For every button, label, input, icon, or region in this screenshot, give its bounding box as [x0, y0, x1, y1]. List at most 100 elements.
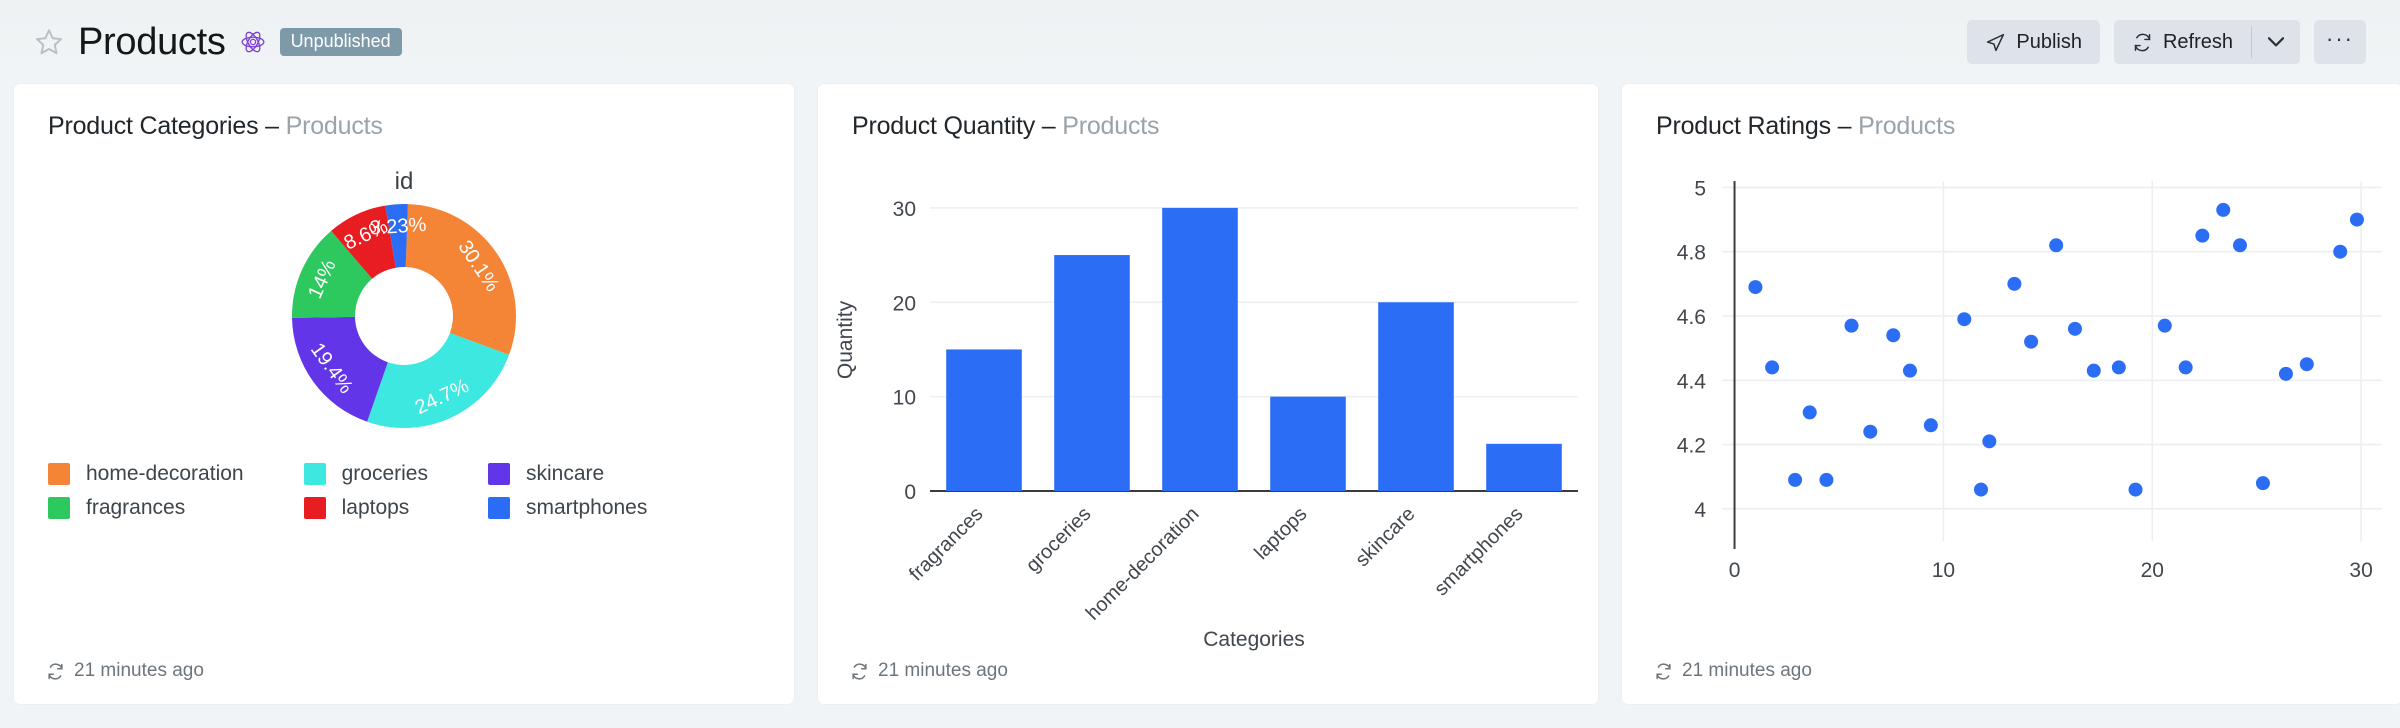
card-product-quantity: Product Quantity – Products 0102030fragr…	[818, 84, 1598, 704]
dashboard-grid: Product Categories – Products id30.1%24.…	[0, 84, 2400, 704]
bar[interactable]	[946, 349, 1022, 491]
card-footer: 21 minutes ago	[850, 660, 1008, 682]
bar-chart-svg[interactable]: 0102030fragrancesgrocerieshome-decoratio…	[818, 141, 1598, 681]
card-product-categories: Product Categories – Products id30.1%24.…	[14, 84, 794, 704]
scatter-point[interactable]	[1903, 364, 1917, 378]
donut-slice[interactable]	[367, 333, 509, 428]
card-title-main: Product Ratings	[1656, 112, 1831, 140]
y-axis-tick: 4.2	[1677, 435, 1706, 458]
card-title-dataset: Products	[1858, 112, 1955, 140]
legend-label: skincare	[526, 462, 604, 486]
legend-swatch	[48, 497, 70, 519]
legend-item[interactable]: laptops	[304, 496, 428, 520]
scatter-chart-svg[interactable]: 44.24.44.64.850102030	[1622, 141, 2400, 681]
legend-item[interactable]: groceries	[304, 462, 428, 486]
bar[interactable]	[1162, 208, 1238, 491]
x-axis-tick: 0	[1729, 559, 1741, 582]
card-title-separator: –	[1042, 112, 1056, 140]
refresh-options-button[interactable]	[2252, 20, 2300, 64]
scatter-point[interactable]	[1982, 434, 1996, 448]
scatter-point[interactable]	[1788, 473, 1802, 487]
scatter-point[interactable]	[1819, 473, 1833, 487]
bar[interactable]	[1054, 255, 1130, 491]
legend-swatch	[304, 497, 326, 519]
scatter-point[interactable]	[2233, 238, 2247, 252]
refresh-split-button: Refresh	[2114, 20, 2300, 64]
scatter-point[interactable]	[2279, 367, 2293, 381]
scatter-point[interactable]	[2179, 360, 2193, 374]
more-options-button[interactable]: ···	[2314, 20, 2366, 64]
y-axis-tick: 20	[893, 292, 916, 315]
x-axis-label: Categories	[1203, 628, 1305, 651]
card-footer: 21 minutes ago	[46, 660, 204, 682]
atom-icon	[240, 29, 266, 55]
scatter-point[interactable]	[2256, 476, 2270, 490]
scatter-point[interactable]	[1886, 328, 1900, 342]
scatter-point[interactable]	[2216, 203, 2230, 217]
scatter-point[interactable]	[1957, 312, 1971, 326]
bar-chart: 0102030fragrancesgrocerieshome-decoratio…	[818, 141, 1598, 681]
y-axis-tick: 4.4	[1677, 370, 1707, 393]
status-badge: Unpublished	[280, 28, 402, 56]
card-title-separator: –	[1838, 112, 1852, 140]
legend-label: fragrances	[86, 496, 185, 520]
legend-swatch	[488, 463, 510, 485]
y-axis-tick: 30	[893, 198, 916, 221]
scatter-point[interactable]	[1803, 405, 1817, 419]
card-product-ratings: Product Ratings – Products 44.24.44.64.8…	[1622, 84, 2400, 704]
legend-swatch	[48, 463, 70, 485]
legend-item[interactable]: smartphones	[488, 496, 647, 520]
card-title-dataset: Products	[1062, 112, 1159, 140]
refresh-icon	[1654, 662, 1673, 681]
legend-item[interactable]: skincare	[488, 462, 647, 486]
y-axis-tick: 4.8	[1677, 242, 1706, 265]
card-title-dataset: Products	[286, 112, 383, 140]
scatter-point[interactable]	[2129, 483, 2143, 497]
y-axis-tick: 0	[904, 481, 916, 504]
scatter-point[interactable]	[2049, 238, 2063, 252]
scatter-point[interactable]	[2068, 322, 2082, 336]
x-axis-tick: 20	[2141, 559, 2164, 582]
scatter-point[interactable]	[2087, 364, 2101, 378]
legend-item[interactable]: fragrances	[48, 496, 244, 520]
refresh-icon	[46, 662, 65, 681]
last-updated-label: 21 minutes ago	[74, 660, 204, 682]
x-axis-tick: 10	[1932, 559, 1955, 582]
bar[interactable]	[1486, 444, 1562, 491]
scatter-point[interactable]	[1924, 418, 1938, 432]
y-axis-label: Quantity	[834, 300, 857, 379]
scatter-point[interactable]	[2300, 357, 2314, 371]
scatter-point[interactable]	[2007, 277, 2021, 291]
scatter-point[interactable]	[1863, 425, 1877, 439]
bar[interactable]	[1270, 397, 1346, 491]
scatter-point[interactable]	[2195, 229, 2209, 243]
scatter-point[interactable]	[2024, 335, 2038, 349]
scatter-point[interactable]	[2112, 360, 2126, 374]
y-axis-tick: 10	[893, 387, 916, 410]
refresh-icon	[850, 662, 869, 681]
refresh-button[interactable]: Refresh	[2114, 20, 2251, 64]
chart-legend: home-decoration groceries skincare fragranc…	[48, 462, 647, 520]
publish-label: Publish	[2016, 31, 2082, 54]
donut-chart: id30.1%24.7%19.4%14%8.6%3.23%	[14, 141, 794, 471]
legend-item[interactable]: home-decoration	[48, 462, 244, 486]
card-title: Product Categories – Products	[14, 112, 794, 141]
x-axis-tick: smartphones	[1430, 503, 1527, 600]
x-axis-tick: 30	[2349, 559, 2372, 582]
refresh-icon	[2132, 32, 2153, 53]
scatter-point[interactable]	[2333, 245, 2347, 259]
scatter-point[interactable]	[1765, 360, 1779, 374]
scatter-point[interactable]	[1974, 483, 1988, 497]
y-axis-tick: 4	[1694, 499, 1706, 522]
svg-text:id: id	[395, 168, 414, 195]
scatter-point[interactable]	[2350, 213, 2364, 227]
star-icon[interactable]	[34, 27, 64, 57]
donut-chart-svg[interactable]: id30.1%24.7%19.4%14%8.6%3.23%	[14, 141, 794, 471]
scatter-point[interactable]	[1748, 280, 1762, 294]
legend-label: home-decoration	[86, 462, 244, 486]
app-header: Products Unpublished Publish	[0, 0, 2400, 84]
publish-button[interactable]: Publish	[1967, 20, 2100, 64]
scatter-point[interactable]	[2158, 319, 2172, 333]
scatter-point[interactable]	[1844, 319, 1858, 333]
bar[interactable]	[1378, 302, 1454, 491]
